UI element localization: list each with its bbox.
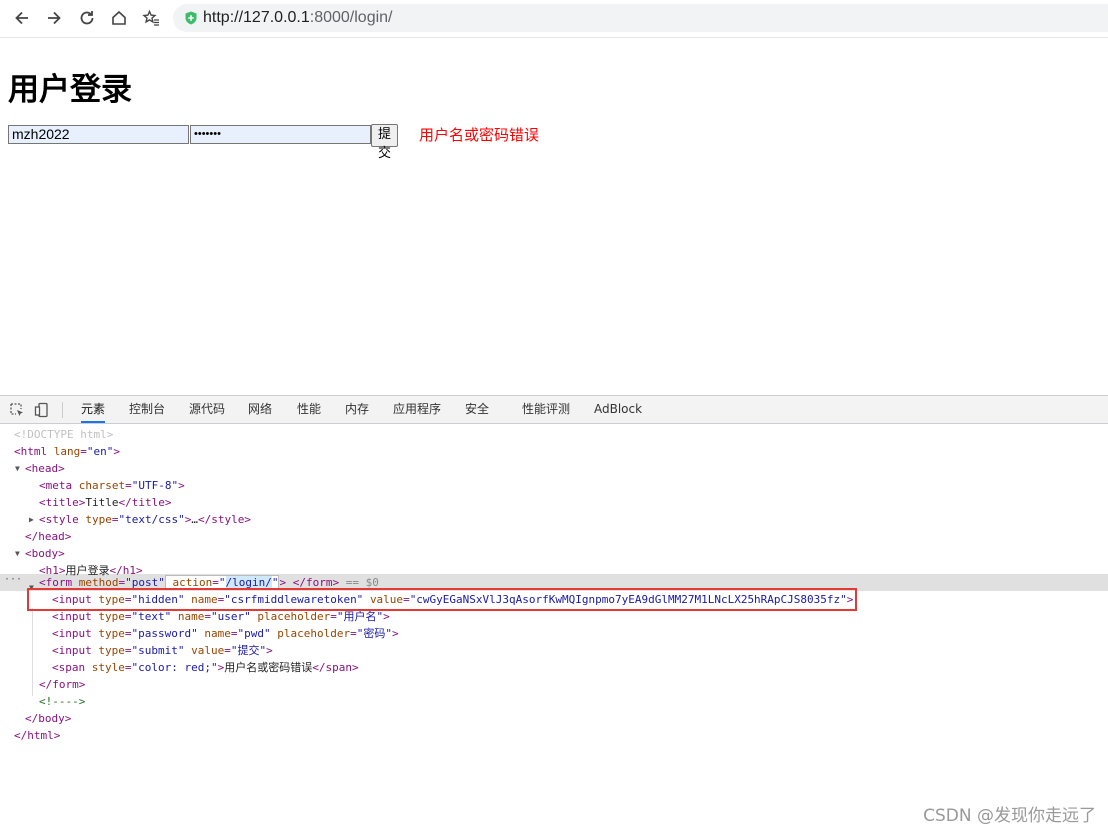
home-icon[interactable] (107, 6, 131, 30)
dom-line[interactable]: <!----> (39, 693, 85, 710)
dom-line[interactable]: </form> (39, 676, 85, 693)
dom-line[interactable]: </head> (25, 528, 71, 545)
tab-console[interactable]: 控制台 (129, 396, 165, 423)
dom-line[interactable]: <style type="text/css">…</style> (39, 511, 251, 528)
tab-memory[interactable]: 内存 (345, 396, 369, 423)
shield-icon (185, 11, 197, 25)
device-toolbar-icon[interactable] (34, 402, 50, 418)
dom-line[interactable]: <head> (25, 460, 65, 477)
dom-line[interactable]: <input type="submit" value="提交"> (52, 642, 273, 659)
dom-line[interactable]: <span style="color: red;">用户名或密码错误</span… (52, 659, 359, 676)
password-input[interactable]: ••••••• (190, 125, 371, 144)
dom-line[interactable]: <meta charset="UTF-8"> (39, 477, 185, 494)
dom-line[interactable]: </body> (25, 710, 71, 727)
inspect-cursor-icon[interactable] (9, 402, 25, 418)
dom-line[interactable]: <!DOCTYPE html> (14, 426, 113, 443)
collapse-triangle-icon[interactable]: ▶ (29, 515, 34, 524)
url-text: http://127.0.0.1:8000/login/ (203, 9, 393, 26)
toolbar-divider (62, 402, 63, 418)
watermark: CSDN @发现你走远了 (923, 806, 1096, 826)
dom-line[interactable]: <title>Title</title> (39, 494, 172, 511)
page-content: 用户登录 mzh2022 ••••••• 提交 用户名或密码错误 (0, 38, 1108, 395)
dom-line[interactable]: <input type="password" name="pwd" placeh… (52, 625, 399, 642)
dom-line[interactable]: <html lang="en"> (14, 443, 120, 460)
tab-sources[interactable]: 源代码 (189, 396, 225, 423)
error-message: 用户名或密码错误 (419, 126, 540, 144)
more-dots-icon[interactable]: ··· (4, 574, 22, 585)
dom-line[interactable]: </html> (14, 727, 60, 744)
username-input[interactable]: mzh2022 (8, 125, 189, 144)
address-bar[interactable]: http://127.0.0.1:8000/login/ (173, 4, 1108, 32)
reload-icon[interactable] (75, 6, 99, 30)
browser-toolbar: http://127.0.0.1:8000/login/ (0, 0, 1108, 38)
annotation-red-box (27, 588, 857, 611)
dom-line[interactable]: <body> (25, 545, 65, 562)
expand-triangle-icon[interactable]: ▼ (15, 464, 20, 473)
expand-triangle-icon[interactable]: ▼ (15, 549, 20, 558)
indent-guide (32, 608, 33, 696)
tab-lighthouse[interactable]: 性能评测 (522, 396, 570, 423)
favorites-star-icon[interactable] (139, 6, 163, 30)
page-title: 用户登录 (8, 72, 132, 108)
tab-elements[interactable]: 元素 (81, 396, 106, 423)
tab-performance[interactable]: 性能 (297, 396, 321, 423)
devtools-tabbar: 元素 控制台 源代码 网络 性能 内存 应用程序 安全 性能评测 AdBlock (0, 396, 1108, 424)
tab-adblock[interactable]: AdBlock (594, 396, 642, 423)
devtools-panel: 元素 控制台 源代码 网络 性能 内存 应用程序 安全 性能评测 AdBlock… (0, 395, 1108, 833)
tab-application[interactable]: 应用程序 (393, 396, 441, 423)
forward-arrow-icon[interactable] (42, 6, 66, 30)
back-arrow-icon[interactable] (10, 6, 34, 30)
dom-tree: <!DOCTYPE html> <html lang="en"> ▼ <head… (0, 424, 1108, 833)
tab-network[interactable]: 网络 (248, 396, 272, 423)
tab-security[interactable]: 安全 (465, 396, 489, 423)
submit-button[interactable]: 提交 (371, 124, 399, 161)
